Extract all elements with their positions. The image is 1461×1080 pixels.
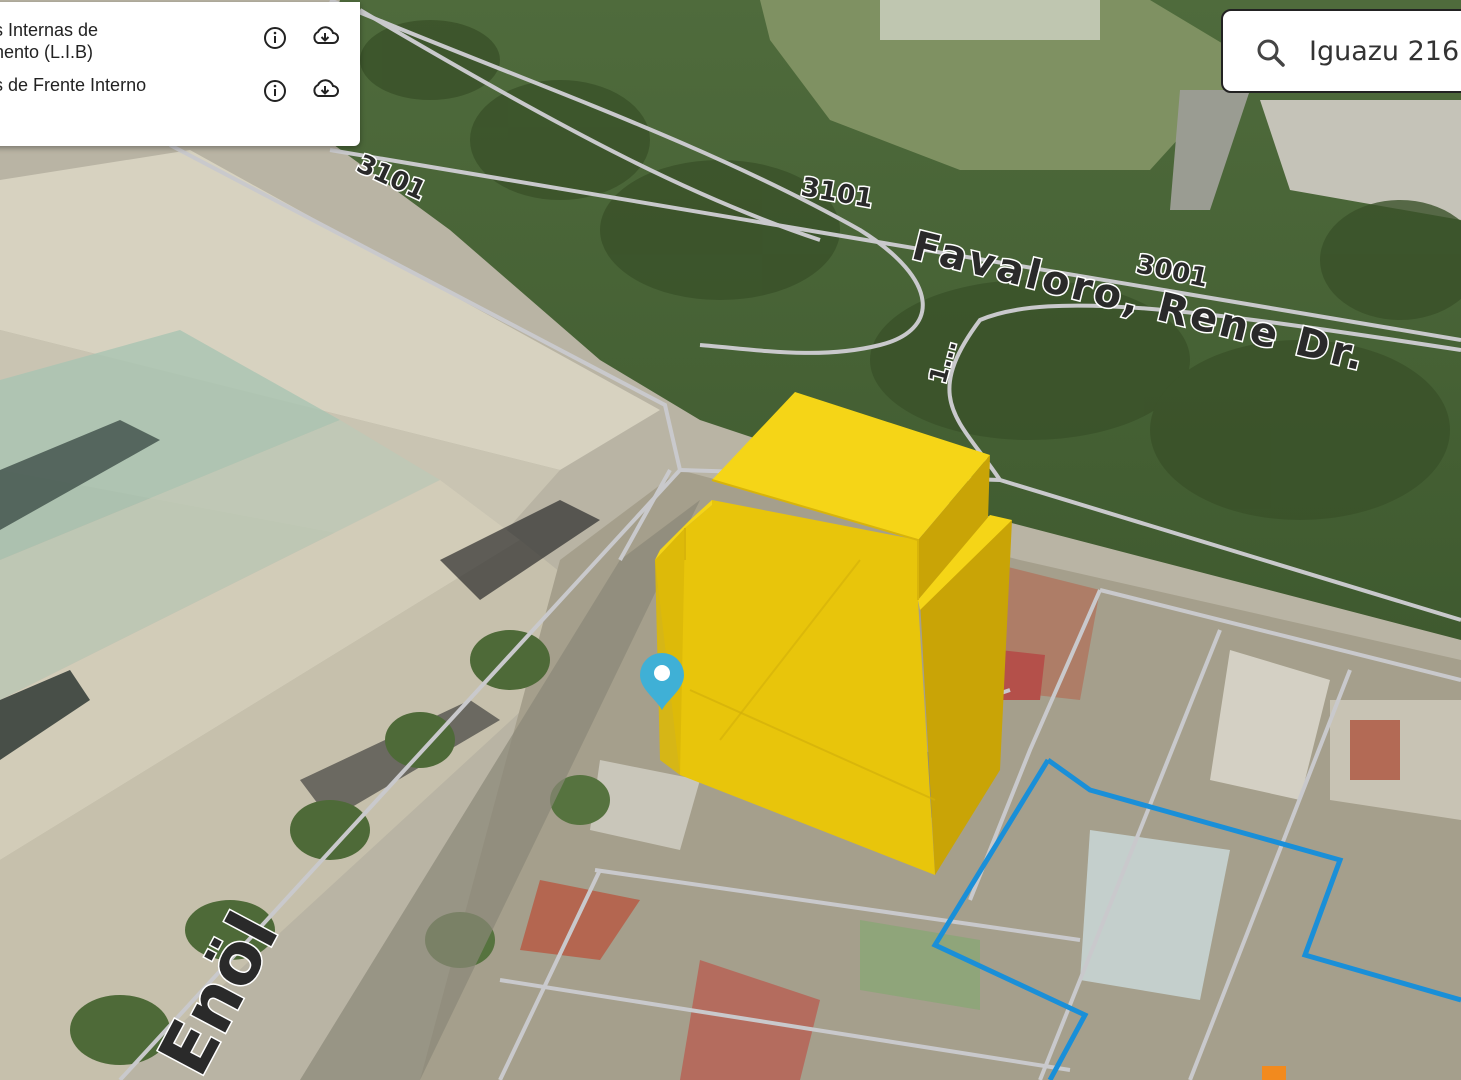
cloud-download-icon[interactable] bbox=[310, 21, 340, 51]
search-input[interactable] bbox=[1309, 31, 1461, 71]
orange-marker-partial bbox=[1262, 1066, 1286, 1080]
info-icon[interactable] bbox=[260, 23, 290, 53]
layer-name-line2: nento (L.I.B) bbox=[0, 42, 94, 62]
layer-row-frente-interno: s de Frente Interno bbox=[0, 74, 360, 104]
satellite-3d-map[interactable]: 3101 3101 3001 Favaloro, Rene Dr. 1... E… bbox=[0, 0, 1461, 1080]
layer-row-lib: s Internas de nento (L.I.B) bbox=[0, 19, 360, 67]
cloud-download-icon[interactable] bbox=[310, 74, 340, 104]
search-box[interactable] bbox=[1221, 9, 1461, 93]
search-icon[interactable] bbox=[1255, 37, 1287, 69]
layer-name-line1: s Internas de bbox=[0, 20, 99, 40]
layers-panel: s Internas de nento (L.I.B) s de Frente … bbox=[0, 2, 360, 146]
layer-name-line1: s de Frente Interno bbox=[0, 75, 147, 95]
field-structure bbox=[880, 0, 1100, 40]
info-icon[interactable] bbox=[260, 76, 290, 106]
